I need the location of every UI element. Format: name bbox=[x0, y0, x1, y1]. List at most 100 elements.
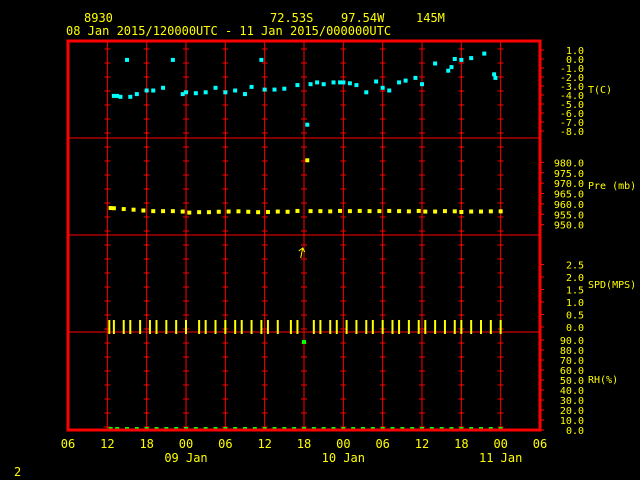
x-tick-label: 06 bbox=[218, 437, 232, 451]
temperature-point bbox=[233, 88, 238, 93]
temperature-point bbox=[387, 88, 392, 93]
pressure-point bbox=[498, 209, 503, 214]
pressure-point bbox=[328, 209, 333, 214]
panel-name: T(C) bbox=[588, 85, 612, 96]
y-tick-label: 2.5 bbox=[566, 261, 584, 272]
pressure-point bbox=[197, 210, 202, 215]
pressure-point bbox=[187, 210, 192, 215]
temperature-point bbox=[249, 84, 254, 89]
y-tick-label: 960.0 bbox=[554, 200, 584, 211]
x-tick-label: 06 bbox=[533, 437, 547, 451]
y-tick-label: 975.0 bbox=[554, 169, 584, 180]
temperature-point bbox=[469, 56, 474, 61]
y-tick-label: 1.5 bbox=[566, 286, 584, 297]
pressure-point bbox=[170, 209, 175, 214]
pressure-point bbox=[488, 209, 493, 214]
pressure-point bbox=[452, 209, 457, 214]
temperature-point bbox=[151, 88, 156, 93]
day-label: 09 Jan bbox=[164, 451, 207, 465]
temperature-point bbox=[118, 94, 123, 99]
pressure-point bbox=[318, 209, 323, 214]
panel-name: SPD(MPS) bbox=[588, 280, 636, 291]
temperature-point bbox=[449, 65, 454, 70]
y-tick-label: 970.0 bbox=[554, 179, 584, 190]
panel-name: Pre (mb) bbox=[588, 181, 636, 192]
y-tick-label: 955.0 bbox=[554, 210, 584, 221]
y-tick-label: 950.0 bbox=[554, 221, 584, 232]
y-tick-label: 980.0 bbox=[554, 158, 584, 169]
temperature-point bbox=[305, 122, 310, 127]
temperature-point bbox=[223, 90, 228, 95]
pressure-point bbox=[308, 209, 313, 214]
temperature-point bbox=[170, 57, 175, 62]
temperature-point bbox=[433, 61, 438, 66]
pressure-point bbox=[265, 209, 270, 214]
day-label: 11 Jan bbox=[479, 451, 522, 465]
pressure-point bbox=[479, 209, 483, 214]
pressure-point bbox=[246, 209, 251, 214]
pressure-point bbox=[459, 209, 464, 214]
temperature-point bbox=[397, 80, 402, 85]
y-tick-label: 0.0 bbox=[566, 323, 584, 334]
pressure-point bbox=[397, 209, 402, 214]
pressure-point bbox=[338, 208, 343, 213]
y-tick-label: 1.0 bbox=[566, 298, 584, 309]
pressure-point bbox=[151, 209, 156, 214]
temperature-point bbox=[374, 79, 379, 84]
temperature-point bbox=[492, 72, 497, 77]
pressure-point bbox=[226, 209, 231, 214]
humidity-point bbox=[302, 340, 306, 344]
temperature-point bbox=[452, 57, 457, 61]
pressure-point bbox=[387, 208, 392, 213]
station-lon: 97.54W bbox=[341, 11, 385, 25]
pressure-point bbox=[131, 207, 136, 212]
y-tick-label: 965.0 bbox=[554, 190, 584, 201]
temperature-point bbox=[295, 83, 300, 88]
pressure-point bbox=[206, 210, 211, 215]
temperature-point bbox=[213, 85, 218, 90]
temperature-point bbox=[380, 85, 385, 90]
pressure-point bbox=[433, 209, 438, 214]
temperature-point bbox=[282, 86, 287, 91]
temperature-point bbox=[203, 90, 208, 95]
time-period: 08 Jan 2015/120000UTC - 11 Jan 2015/0000… bbox=[66, 24, 391, 38]
pressure-point bbox=[161, 209, 166, 214]
temperature-point bbox=[262, 87, 267, 92]
temperature-point bbox=[125, 57, 129, 62]
pressure-point bbox=[141, 208, 146, 213]
y-tick-label: 2.0 bbox=[566, 273, 584, 284]
pressure-point bbox=[357, 208, 362, 213]
temperature-point bbox=[272, 87, 277, 92]
temperature-point bbox=[493, 75, 498, 80]
temperature-point bbox=[420, 82, 424, 87]
x-tick-label: 12 bbox=[415, 437, 429, 451]
pressure-point bbox=[442, 209, 447, 214]
pressure-point bbox=[367, 209, 372, 214]
temperature-point bbox=[134, 92, 139, 97]
pressure-point bbox=[256, 210, 261, 215]
x-tick-label: 18 bbox=[139, 437, 153, 451]
x-tick-label: 12 bbox=[100, 437, 114, 451]
x-tick-label: 18 bbox=[297, 437, 311, 451]
y-tick-label: 0.0 bbox=[566, 426, 584, 437]
temperature-point bbox=[321, 82, 326, 87]
temperature-point bbox=[259, 57, 264, 62]
temperature-point bbox=[144, 88, 149, 93]
x-tick-label: 00 bbox=[336, 437, 350, 451]
pressure-point bbox=[305, 158, 310, 163]
temperature-point bbox=[308, 82, 313, 87]
x-tick-label: 06 bbox=[61, 437, 75, 451]
x-tick-label: 00 bbox=[493, 437, 507, 451]
page-number: 2 bbox=[14, 465, 21, 479]
pressure-point bbox=[347, 209, 352, 214]
pressure-point bbox=[111, 206, 116, 211]
y-tick-label: -8.0 bbox=[560, 127, 584, 138]
pressure-point bbox=[416, 208, 421, 213]
station-elevation: 145M bbox=[416, 11, 445, 25]
meteogram-chart: 8930 72.53S 97.54W 145M 08 Jan 2015/1200… bbox=[0, 0, 640, 480]
panel-name: RH(%) bbox=[588, 375, 618, 386]
temperature-point bbox=[341, 80, 346, 85]
pressure-point bbox=[275, 209, 280, 214]
pressure-point bbox=[406, 209, 411, 214]
temperature-point bbox=[403, 78, 408, 83]
